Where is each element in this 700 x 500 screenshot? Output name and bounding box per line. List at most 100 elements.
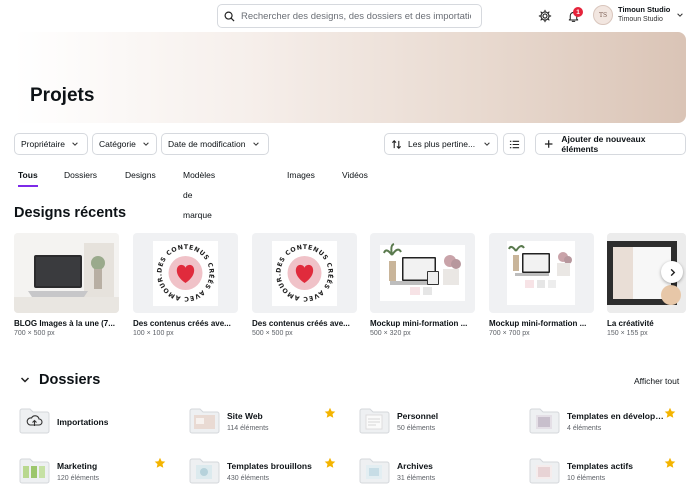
recent-designs-title: Designs récents <box>14 205 127 221</box>
star-icon[interactable] <box>324 407 336 419</box>
star-icon[interactable] <box>664 457 676 469</box>
design-name: La créativité <box>607 319 654 328</box>
design-card[interactable]: Mockup mini-formation ... 700 × 700 px <box>489 233 594 337</box>
tab-brand-templates[interactable]: Modèles de marque <box>183 165 215 220</box>
folder-icon <box>529 408 560 434</box>
design-size: 700 × 700 px <box>489 330 530 337</box>
avatar-initials: TS <box>598 11 608 19</box>
folder-item[interactable]: Importations <box>19 407 179 437</box>
folder-item[interactable]: Templates brouillons 430 éléments <box>189 457 349 487</box>
folder-count: 10 éléments <box>567 475 606 482</box>
design-name: Mockup mini-formation ... <box>370 319 468 328</box>
chevron-down-icon <box>252 142 259 146</box>
folder-name: Templates actifs <box>567 461 633 471</box>
search-icon <box>224 11 235 22</box>
folder-count: 50 éléments <box>397 425 436 432</box>
folder-icon <box>19 408 50 434</box>
design-size: 100 × 100 px <box>133 330 174 337</box>
folder-item[interactable]: Archives 31 éléments <box>359 457 519 487</box>
chevron-down-icon <box>72 142 78 146</box>
design-name: Mockup mini-formation ... <box>489 319 587 328</box>
folder-count: 4 éléments <box>567 425 602 432</box>
design-card[interactable]: La créativité 150 × 155 px <box>607 233 686 337</box>
folder-icon <box>19 458 50 484</box>
category-filter[interactable]: Catégorie <box>92 133 157 155</box>
folder-count: 114 éléments <box>227 425 269 432</box>
design-name: BLOG Images à la une (7... <box>14 319 115 328</box>
category-filter-label: Catégorie <box>99 139 136 149</box>
sort-label: Les plus pertine... <box>408 139 476 149</box>
design-card[interactable]: BLOG Images à la une (7... 700 × 500 px <box>14 233 119 337</box>
star-icon[interactable] <box>664 407 676 419</box>
add-new-items-label: Ajouter de nouveaux éléments <box>561 134 646 154</box>
modified-date-filter[interactable]: Date de modification <box>161 133 269 155</box>
folder-name: Personnel <box>397 411 439 421</box>
folder-icon <box>189 458 220 484</box>
search-input[interactable] <box>241 10 471 22</box>
star-icon[interactable] <box>324 457 336 469</box>
folder-icon <box>359 458 390 484</box>
show-all-link[interactable]: Afficher tout <box>634 376 679 386</box>
folder-item[interactable]: Templates actifs 10 éléments <box>529 457 689 487</box>
folder-name: Templates en développ... <box>567 411 667 421</box>
page-title: Projets <box>30 85 95 106</box>
tab-images[interactable]: Images <box>287 165 315 187</box>
account-name: Timoun Studio <box>618 5 671 14</box>
list-view-icon <box>509 140 519 148</box>
modified-filter-label: Date de modification <box>168 139 246 149</box>
chevron-down-icon <box>143 142 149 146</box>
carousel-next-button[interactable] <box>661 261 683 283</box>
design-card[interactable]: DES CONTENUS CRÉÉS AVEC AMOUR. Des conte… <box>133 233 238 337</box>
design-thumbnail-love-badge: DES CONTENUS CRÉÉS AVEC AMOUR. <box>252 233 357 313</box>
folder-name: Marketing <box>57 461 98 471</box>
projects-banner: Projets <box>14 32 686 123</box>
folder-name: Importations <box>57 417 109 427</box>
folders-header[interactable]: Dossiers <box>20 372 100 388</box>
add-new-items-button[interactable]: Ajouter de nouveaux éléments <box>535 133 686 155</box>
account-menu[interactable]: TS Timoun Studio Timoun Studio <box>593 5 684 25</box>
tab-folders[interactable]: Dossiers <box>64 165 97 187</box>
sort-dropdown[interactable]: Les plus pertine... <box>384 133 498 155</box>
notification-badge: 1 <box>573 7 583 17</box>
folder-count: 120 éléments <box>57 475 100 482</box>
folder-item[interactable]: Site Web 114 éléments <box>189 407 349 437</box>
sort-icon <box>391 139 402 149</box>
chevron-down-icon <box>677 13 684 17</box>
design-name: Des contenus créés ave... <box>133 319 231 328</box>
folder-icon <box>359 408 390 434</box>
settings-button[interactable] <box>536 7 554 25</box>
design-size: 500 × 500 px <box>252 330 293 337</box>
folder-name: Site Web <box>227 411 263 421</box>
design-size: 150 × 155 px <box>607 330 648 337</box>
folder-name: Templates brouillons <box>227 461 312 471</box>
folder-item[interactable]: Templates en développ... 4 éléments <box>529 407 689 437</box>
tab-all[interactable]: Tous <box>18 165 38 187</box>
tab-designs[interactable]: Designs <box>125 165 156 187</box>
search-bar[interactable] <box>217 4 482 28</box>
tab-videos[interactable]: Vidéos <box>342 165 368 187</box>
folder-count: 31 éléments <box>397 475 436 482</box>
design-thumbnail-mockup <box>370 233 475 313</box>
design-thumbnail-mockup <box>489 233 594 313</box>
design-name: Des contenus créés ave... <box>252 319 350 328</box>
chevron-down-icon <box>20 377 30 383</box>
chevron-down-icon <box>484 142 490 146</box>
star-icon[interactable] <box>154 457 166 469</box>
design-thumbnail-laptop <box>14 233 119 313</box>
design-card[interactable]: DES CONTENUS CRÉÉS AVEC AMOUR. Des conte… <box>252 233 357 337</box>
top-bar: 1 TS Timoun Studio Timoun Studio <box>0 0 700 32</box>
list-view-button[interactable] <box>503 133 525 155</box>
avatar[interactable]: TS <box>593 5 613 25</box>
folder-icon <box>529 458 560 484</box>
folder-item[interactable]: Marketing 120 éléments <box>19 457 179 487</box>
folder-item[interactable]: Personnel 50 éléments <box>359 407 519 437</box>
chevron-right-icon <box>670 268 675 276</box>
owner-filter[interactable]: Propriétaire <box>14 133 88 155</box>
design-size: 700 × 500 px <box>14 330 55 337</box>
plus-icon <box>544 140 553 148</box>
folder-name: Archives <box>397 461 433 471</box>
folder-icon <box>189 408 220 434</box>
design-thumbnail-love-badge: DES CONTENUS CRÉÉS AVEC AMOUR. <box>133 233 238 313</box>
design-size: 500 × 320 px <box>370 330 411 337</box>
design-card[interactable]: Mockup mini-formation ... 500 × 320 px <box>370 233 475 337</box>
